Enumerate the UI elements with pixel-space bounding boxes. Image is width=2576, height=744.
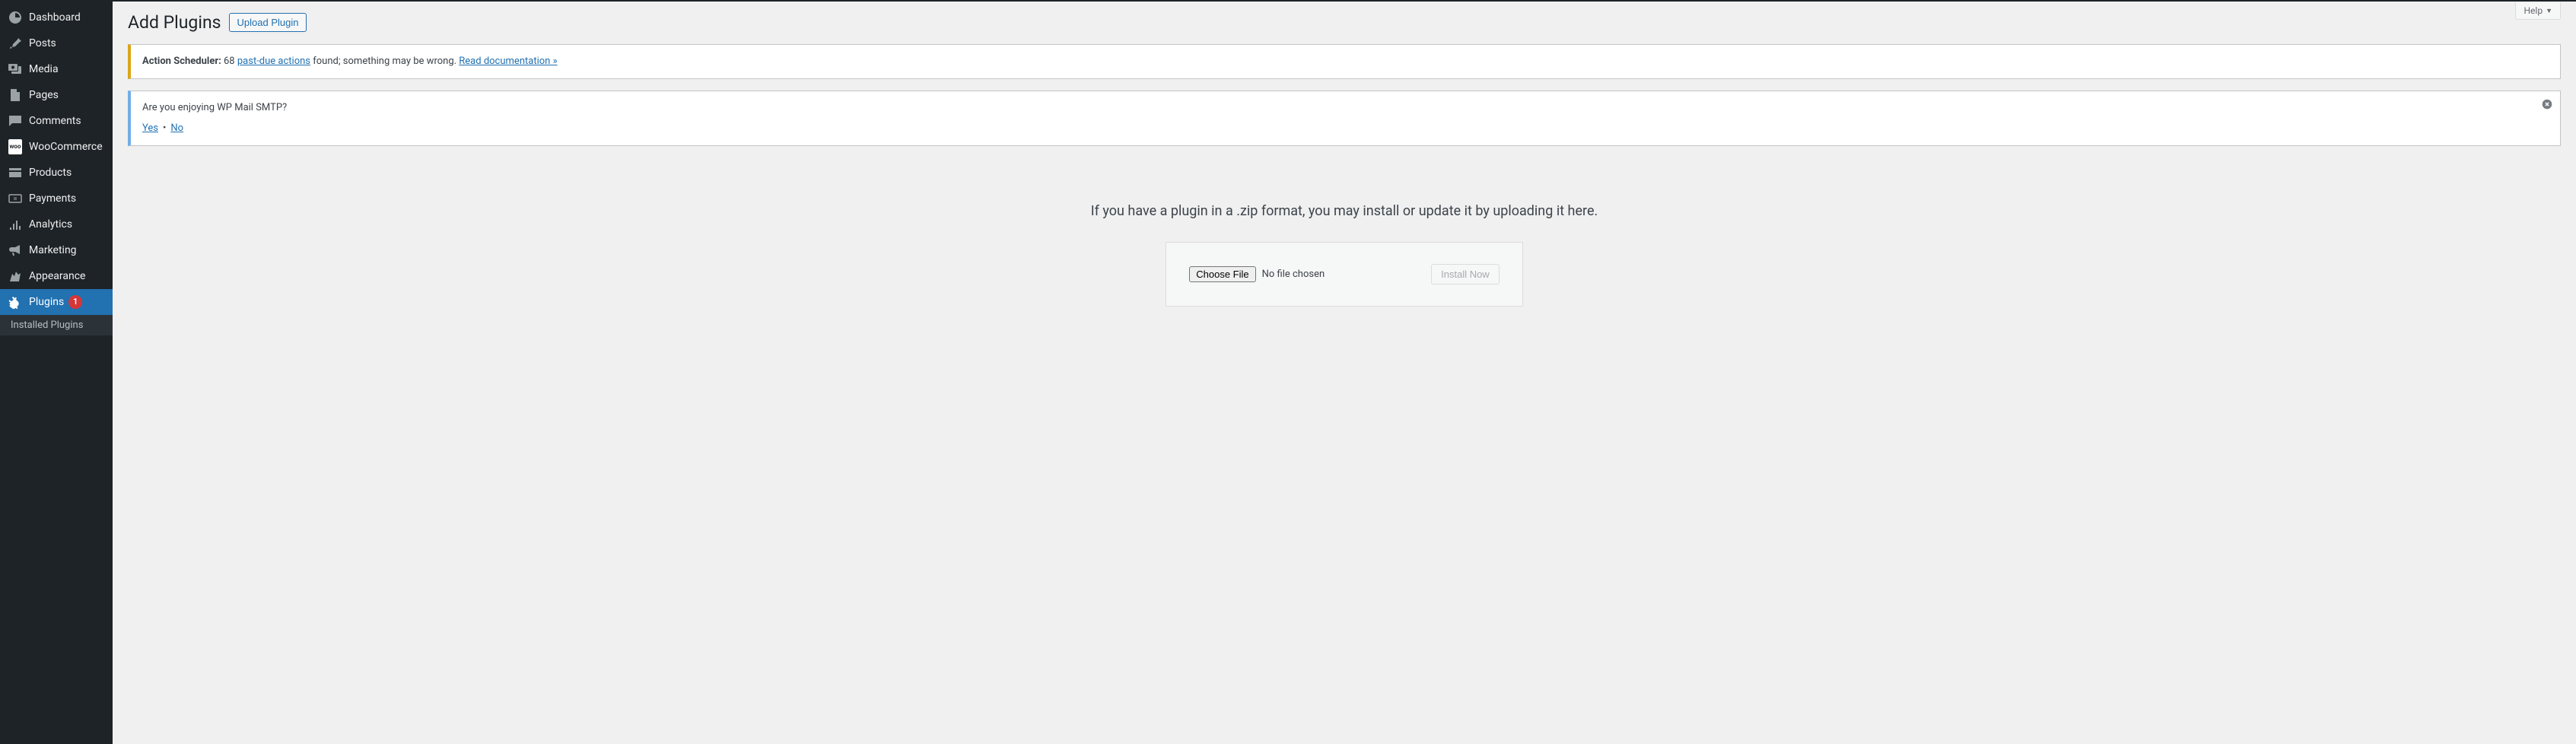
plugin-icon [8,294,23,310]
sidebar-item-posts[interactable]: Posts [0,30,113,56]
choose-file-button[interactable]: Choose File [1189,266,1255,282]
sidebar-item-label: Appearance [29,269,85,283]
appearance-icon [8,269,23,284]
sidebar-item-label: Analytics [29,218,72,231]
sidebar-item-pages[interactable]: Pages [0,82,113,108]
media-icon [8,62,23,77]
pages-icon [8,87,23,103]
admin-sidebar: Dashboard Posts Media Pages Comments woo… [0,0,113,744]
sidebar-subitem-installed-plugins[interactable]: Installed Plugins [0,315,113,335]
plugins-update-badge: 1 [68,295,82,309]
sidebar-item-comments[interactable]: Comments [0,108,113,134]
help-tab[interactable]: Help ▼ [2515,2,2561,20]
notice-as-pastdue-link[interactable]: past-due actions [237,56,310,67]
pin-icon [8,36,23,51]
install-now-button[interactable]: Install Now [1431,264,1499,285]
main-content: Help ▼ Add Plugins Upload Plugin Action … [113,0,2576,744]
page-title: Add Plugins [128,12,221,33]
chevron-down-icon: ▼ [2546,7,2552,15]
notice-dismiss-button[interactable] [2542,99,2552,110]
action-scheduler-notice: Action Scheduler: 68 past-due actions fo… [128,44,2561,79]
sidebar-item-products[interactable]: Products [0,160,113,186]
sidebar-item-label: Pages [29,88,59,102]
dashboard-icon [8,10,23,25]
sidebar-item-analytics[interactable]: Analytics [0,211,113,237]
wpmailsmtp-notice: Are you enjoying WP Mail SMTP? Yes • No [128,91,2561,146]
sidebar-item-label: Payments [29,192,76,205]
help-tab-label: Help [2524,5,2543,16]
file-chosen-label: No file chosen [1262,269,1325,280]
sidebar-item-label: WooCommerce [29,140,103,154]
sidebar-item-label: Dashboard [29,11,81,24]
payments-icon [8,191,23,206]
analytics-icon [8,217,23,232]
notice-smtp-yes-link[interactable]: Yes [142,122,158,134]
products-icon [8,165,23,180]
sidebar-item-appearance[interactable]: Appearance [0,263,113,289]
notice-as-docs-link[interactable]: Read documentation » [459,56,557,67]
megaphone-icon [8,243,23,258]
comments-icon [8,113,23,129]
admin-bar-stub [113,0,2576,2]
woocommerce-icon: woo [8,139,23,154]
sidebar-item-media[interactable]: Media [0,56,113,82]
upload-form-box: Choose File No file chosen Install Now [1166,242,1523,307]
upload-plugin-button[interactable]: Upload Plugin [229,13,307,32]
upload-plugin-panel: If you have a plugin in a .zip format, y… [128,157,2561,307]
sidebar-item-payments[interactable]: Payments [0,186,113,211]
sidebar-item-label: Plugins [29,295,64,309]
notice-as-count: 68 [224,56,235,67]
sidebar-item-label: Media [29,62,59,76]
upload-instructions: If you have a plugin in a .zip format, y… [128,203,2561,219]
notice-smtp-question: Are you enjoying WP Mail SMTP? [142,100,2549,116]
separator: • [163,122,166,134]
sidebar-item-marketing[interactable]: Marketing [0,237,113,263]
sidebar-item-label: Marketing [29,243,77,257]
notice-smtp-no-link[interactable]: No [170,122,183,134]
sidebar-item-label: Products [29,166,72,180]
sidebar-item-plugins[interactable]: Plugins 1 [0,289,113,315]
notice-as-label: Action Scheduler: [142,56,221,67]
sidebar-item-label: Comments [29,114,81,128]
notice-as-mid: found; something may be wrong. [310,56,459,67]
sidebar-item-dashboard[interactable]: Dashboard [0,5,113,30]
sidebar-item-woocommerce[interactable]: woo WooCommerce [0,134,113,160]
sidebar-item-label: Posts [29,37,56,50]
